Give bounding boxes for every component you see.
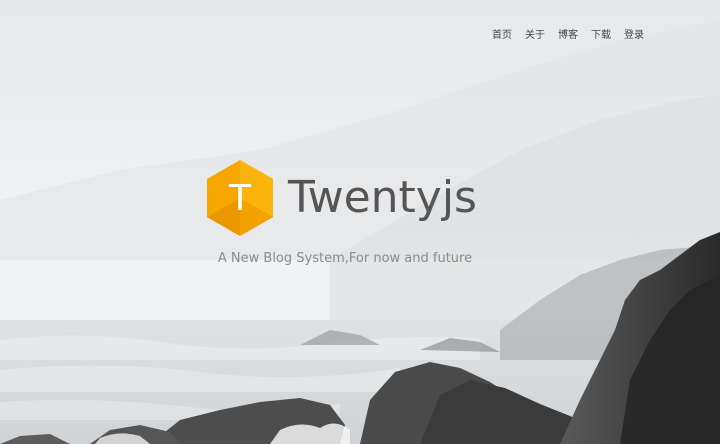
nav-item-download[interactable]: 下载 [591, 26, 611, 41]
hexagon-logo-icon: T [207, 160, 273, 236]
logo-letter: T [229, 177, 251, 219]
hero-tagline: A New Blog System,For now and future [217, 251, 473, 266]
nav-item-blog[interactable]: 博客 [558, 26, 578, 41]
nav-item-about[interactable]: 关于 [525, 26, 545, 41]
brand-name: Twentyjs [288, 172, 477, 223]
hero-logo: T Twentyjs [207, 160, 477, 236]
top-nav: 首页 关于 博客 下载 登录 [492, 26, 644, 41]
nav-item-home[interactable]: 首页 [492, 26, 512, 41]
nav-item-login[interactable]: 登录 [624, 26, 644, 41]
